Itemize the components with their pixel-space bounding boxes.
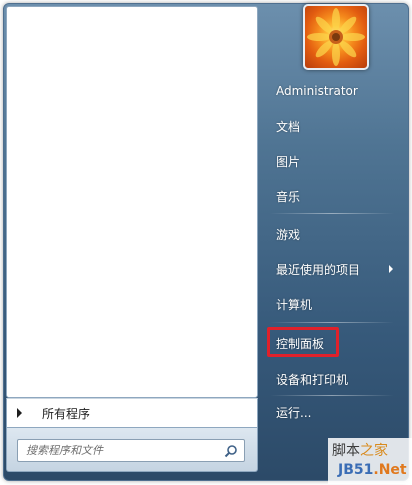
- watermark-line1: 脚本之家: [332, 443, 388, 459]
- item-label: Administrator: [276, 84, 358, 98]
- submenu-arrow-icon: [389, 265, 393, 273]
- divider: [270, 322, 394, 323]
- watermark-line2: JB51.Net: [338, 462, 407, 478]
- search-icon[interactable]: [224, 444, 238, 458]
- watermark: 脚本之家 JB51.Net: [328, 438, 412, 484]
- control-panel-highlight: [267, 327, 339, 357]
- user-folder-administrator[interactable]: Administrator: [265, 76, 399, 106]
- music-item[interactable]: 音乐: [265, 181, 399, 211]
- search-input[interactable]: [26, 444, 216, 457]
- search-area: [6, 428, 258, 472]
- devices-and-printers-item[interactable]: 设备和打印机: [265, 364, 399, 394]
- pictures-item[interactable]: 图片: [265, 146, 399, 176]
- item-label: 最近使用的项目: [276, 262, 361, 277]
- flower-icon: [307, 8, 365, 66]
- item-label: 设备和打印机: [276, 372, 349, 387]
- recent-items[interactable]: 最近使用的项目: [265, 254, 399, 284]
- games-item[interactable]: 游戏: [265, 219, 399, 249]
- user-avatar[interactable]: [303, 4, 369, 70]
- all-programs-button[interactable]: 所有程序: [6, 398, 258, 428]
- item-label: 游戏: [276, 227, 301, 242]
- computer-item[interactable]: 计算机: [265, 289, 399, 319]
- item-label: 计算机: [276, 297, 313, 312]
- pinned-programs-list: [6, 6, 258, 398]
- search-box[interactable]: [17, 439, 245, 462]
- divider: [270, 395, 394, 396]
- item-label: 运行...: [276, 405, 312, 420]
- all-programs-label: 所有程序: [42, 406, 91, 421]
- run-item[interactable]: 运行...: [265, 397, 399, 427]
- divider: [270, 213, 394, 214]
- right-arrow-icon: [17, 408, 22, 418]
- item-label: 文档: [276, 119, 301, 134]
- documents-item[interactable]: 文档: [265, 111, 399, 141]
- item-label: 音乐: [276, 189, 301, 204]
- item-label: 图片: [276, 154, 301, 169]
